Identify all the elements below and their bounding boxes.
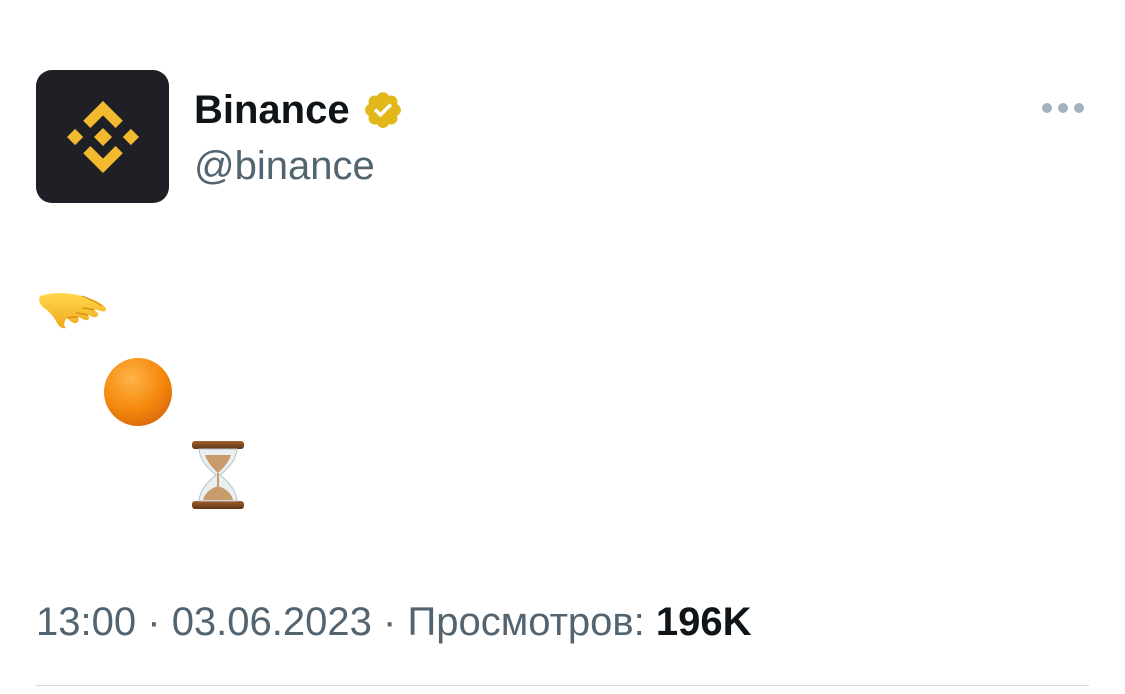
tweet: Binance @binance 13:00 · 03.06.2023 · Пр…	[0, 0, 1125, 694]
hourglass-emoji	[192, 441, 244, 509]
avatar[interactable]	[36, 70, 169, 203]
tweet-date[interactable]: 03.06.2023	[172, 600, 372, 644]
binance-logo-icon	[66, 100, 139, 173]
tweet-time[interactable]: 13:00	[36, 600, 136, 644]
author-name-text: Binance	[194, 88, 350, 132]
meta-separator: ·	[147, 600, 161, 644]
author-handle[interactable]: @binance	[194, 140, 375, 192]
meta-separator: ·	[383, 600, 397, 644]
views-count[interactable]: 196K	[656, 600, 752, 644]
verified-badge-icon	[364, 92, 401, 128]
hand-pointing-down-emoji	[39, 293, 107, 329]
more-options-icon[interactable]	[1040, 96, 1086, 120]
views-label: Просмотров:	[407, 600, 645, 644]
divider	[36, 685, 1089, 686]
tweet-meta: 13:00 · 03.06.2023 · Просмотров: 196K	[36, 596, 752, 648]
orange-circle-emoji	[104, 358, 172, 426]
author-name[interactable]: Binance	[194, 84, 404, 136]
